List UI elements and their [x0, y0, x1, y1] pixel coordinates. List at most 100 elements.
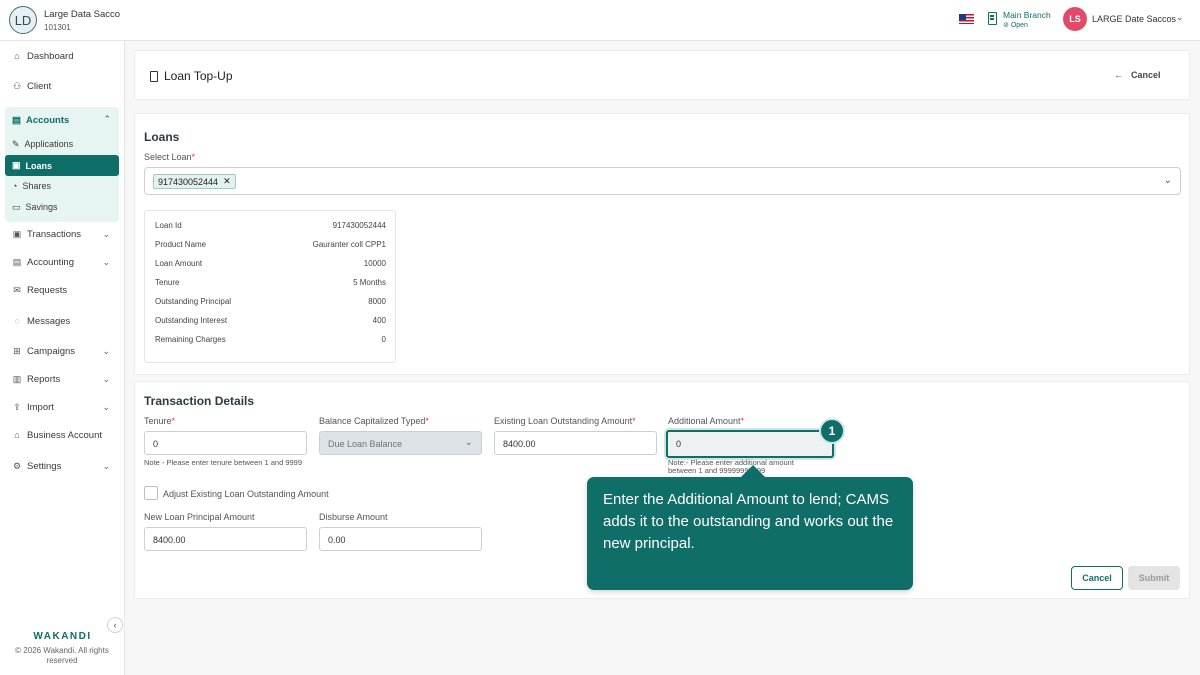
- existing-amount-label: Existing Loan Outstanding Amount*: [494, 416, 636, 426]
- close-icon[interactable]: ✕: [223, 176, 231, 187]
- sidebar-item-import[interactable]: ⇪ Import: [12, 400, 54, 414]
- sidebar-item-label: Applications: [24, 139, 74, 149]
- org-avatar[interactable]: LD: [9, 6, 37, 34]
- info-value: 5 Months: [353, 278, 386, 287]
- chevron-down-icon: ⌄: [464, 437, 473, 448]
- tenure-label-text: Tenure: [144, 416, 172, 426]
- info-value: 0: [381, 335, 386, 344]
- existing-amount-label-text: Existing Loan Outstanding Amount: [494, 416, 633, 426]
- page-title-text: Loan Top-Up: [164, 69, 233, 83]
- info-label: Outstanding Interest: [155, 316, 228, 325]
- sidebar-item-label: Reports: [27, 373, 61, 385]
- sidebar-item-savings[interactable]: ▭ Savings: [12, 202, 58, 213]
- tenure-input[interactable]: 0: [144, 431, 307, 455]
- required-marker: *: [632, 416, 636, 426]
- submit-button[interactable]: Submit: [1128, 566, 1180, 590]
- sidebar: ⌂ Dashboard ⚇ Client ▤ Accounts ⌃ ✎ Applicat…: [0, 41, 125, 675]
- selected-loan-chip: 917430052444 ✕: [153, 174, 236, 189]
- page-header-card: Loan Top-Up ← Cancel: [134, 50, 1190, 100]
- select-loan-label: Select Loan*: [144, 152, 195, 162]
- branch-name[interactable]: Main Branch: [1003, 10, 1051, 20]
- user-avatar[interactable]: LS: [1063, 7, 1087, 31]
- sidebar-item-shares[interactable]: ◔ Shares: [12, 181, 51, 191]
- sidebar-item-settings[interactable]: ⚙ Settings: [12, 459, 61, 473]
- select-loan-dropdown[interactable]: 917430052444 ✕ ⌄: [144, 167, 1181, 195]
- user-name[interactable]: LARGE Date Saccos: [1092, 14, 1176, 24]
- org-code: 101301: [44, 23, 71, 32]
- required-marker: *: [191, 152, 196, 162]
- additional-amount-label: Additional Amount*: [668, 416, 744, 426]
- cancel-button[interactable]: Cancel: [1071, 566, 1123, 590]
- info-label: Loan Amount: [155, 259, 203, 268]
- us-flag-icon[interactable]: [959, 14, 974, 24]
- sidebar-item-label: Savings: [25, 202, 58, 212]
- info-value: 400: [372, 316, 386, 325]
- sidebar-item-label: Client: [27, 80, 52, 92]
- sidebar-item-requests[interactable]: ✉ Requests: [12, 283, 67, 297]
- pie-icon: ◔: [12, 181, 18, 191]
- transaction-section-title: Transaction Details: [144, 394, 255, 408]
- sidebar-item-transactions[interactable]: ▣ Transactions: [12, 227, 116, 241]
- chevron-down-icon[interactable]: ⌄: [102, 374, 110, 385]
- required-marker: *: [425, 416, 429, 426]
- info-value: 917430052444: [332, 221, 386, 230]
- chevron-down-icon[interactable]: ⌄: [1164, 175, 1172, 186]
- sidebar-item-campaigns[interactable]: ⊞ Campaigns: [12, 344, 75, 358]
- balance-type-select[interactable]: Due Loan Balance ⌄: [319, 431, 482, 455]
- chart-icon: ▥: [12, 373, 22, 384]
- balance-type-label: Balance Capitalized Typed*: [319, 416, 429, 426]
- info-label: Loan Id: [155, 221, 182, 230]
- sidebar-item-reports[interactable]: ▥ Reports: [12, 372, 61, 386]
- wallet-icon: ▭: [12, 202, 21, 212]
- page-title: Loan Top-Up: [150, 69, 233, 83]
- sidebar-item-loans[interactable]: ▣ Loans: [5, 155, 119, 176]
- sidebar-item-label: Shares: [22, 181, 51, 191]
- sidebar-item-label: Accounts: [25, 115, 70, 126]
- existing-amount-input[interactable]: 8400.00: [494, 431, 657, 455]
- required-marker: *: [740, 416, 745, 426]
- sidebar-item-client[interactable]: ⚇ Client: [12, 79, 51, 93]
- sidebar-item-accounts[interactable]: ▤ Accounts: [12, 115, 69, 126]
- new-principal-label: New Loan Principal Amount: [144, 512, 255, 522]
- brand-logo: WAKANDI: [33, 631, 92, 642]
- info-row: Loan Id 917430052444: [155, 221, 386, 230]
- tooltip-arrow: [741, 465, 765, 477]
- copyright-text: © 2026 Wakandi. All rights reserved: [15, 646, 109, 665]
- sidebar-item-label: Business Account: [27, 429, 102, 441]
- top-bar: LD Large Data Sacco 101301 Main Branch ⊘…: [0, 0, 1200, 41]
- chevron-up-icon[interactable]: ⌃: [103, 114, 111, 125]
- adjust-outstanding-checkbox[interactable]: [144, 486, 158, 500]
- chevron-down-icon[interactable]: ⌄: [102, 461, 110, 472]
- balance-type-label-text: Balance Capitalized Typed: [319, 416, 426, 426]
- chevron-down-icon[interactable]: ⌄: [102, 346, 110, 357]
- sidebar-item-label: Transactions: [27, 228, 82, 240]
- info-value: 8000: [368, 297, 386, 306]
- sidebar-item-applications[interactable]: ✎ Applications: [12, 139, 73, 150]
- info-label: Remaining Charges: [155, 335, 226, 344]
- sidebar-item-label: Dashboard: [27, 50, 74, 62]
- new-principal-input[interactable]: 8400.00: [144, 527, 307, 551]
- document-icon: [150, 70, 158, 82]
- mail-icon: ✉: [13, 284, 21, 295]
- sidebar-item-messages[interactable]: ◌ Messages: [12, 314, 70, 328]
- sidebar-item-accounting[interactable]: ▤ Accounting: [12, 255, 74, 269]
- cancel-link[interactable]: ← Cancel: [1114, 70, 1161, 80]
- tenure-note: Note - Please enter tenure between 1 and…: [144, 458, 303, 467]
- additional-amount-label-text: Additional Amount: [668, 416, 741, 426]
- sidebar-item-business-account[interactable]: ⌂ Business Account: [12, 428, 102, 442]
- chevron-down-icon[interactable]: ⌄: [1176, 12, 1184, 23]
- info-value: Gauranter coll CPP1: [312, 240, 386, 249]
- sidebar-item-label: Accounting: [27, 256, 75, 268]
- building-icon: [988, 12, 997, 25]
- disburse-amount-input[interactable]: 0.00: [319, 527, 482, 551]
- branch-status-text: Open: [1010, 22, 1028, 29]
- sidebar-item-dashboard[interactable]: ⌂ Dashboard: [12, 49, 73, 63]
- adjust-outstanding-label: Adjust Existing Loan Outstanding Amount: [163, 489, 329, 499]
- chevron-down-icon[interactable]: ⌄: [102, 402, 110, 413]
- additional-amount-input[interactable]: 0: [666, 430, 834, 458]
- grid-icon: ⊞: [13, 345, 21, 356]
- chevron-down-icon[interactable]: ⌄: [102, 257, 110, 268]
- chevron-down-icon[interactable]: ⌄: [102, 229, 110, 240]
- sidebar-item-label: Loans: [25, 160, 53, 171]
- branch-status: ⊘ Open: [1003, 22, 1028, 29]
